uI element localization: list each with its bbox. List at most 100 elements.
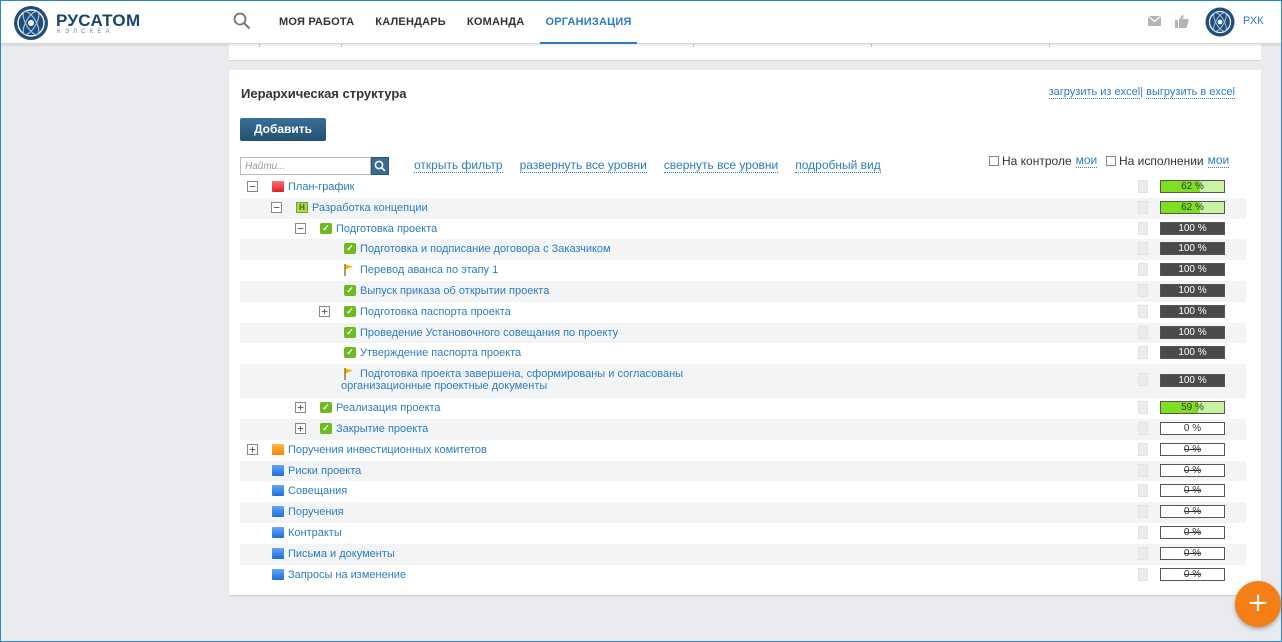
tree-row[interactable]: + Поручения инвестиционных комитетов 0 % [240, 440, 1246, 461]
tree-row[interactable]: − ✓ Подготовка проекта 100 % [240, 219, 1246, 240]
tree-item-label[interactable]: Поручения инвестиционных комитетов [288, 444, 487, 456]
collapse-toggle-icon[interactable]: − [271, 201, 282, 213]
task-complete-icon: ✓ [320, 402, 332, 414]
table-divider [259, 44, 260, 47]
search-button[interactable] [371, 157, 389, 175]
in-progress-mine-link[interactable]: мои [1207, 153, 1230, 168]
export-excel-link[interactable]: выгрузить в excel [1146, 86, 1235, 99]
bookmark-icon[interactable] [1138, 373, 1148, 387]
search-input[interactable] [240, 157, 371, 175]
nav-team[interactable]: КОМАНДА [467, 1, 525, 44]
tree-row[interactable]: ✓ Проведение Установочного совещания по п… [240, 322, 1246, 344]
tree-row[interactable]: + ✓ Подготовка паспорта проекта 100 % [240, 302, 1246, 323]
on-control-checkbox[interactable] [989, 155, 999, 166]
tree-item-label[interactable]: Утверждение паспорта проекта [360, 347, 521, 359]
bookmark-icon[interactable] [1138, 242, 1148, 256]
tree-item-label[interactable]: Подготовка проекта завершена, сформирова… [341, 368, 741, 392]
tree-item-label[interactable]: Контракты [288, 527, 342, 539]
tree-item-label[interactable]: Реализация проекта [336, 402, 441, 414]
tree-item-label[interactable]: Разработка концепции [312, 202, 428, 214]
expand-toggle-icon[interactable]: + [295, 422, 306, 434]
import-excel-link[interactable]: загрузить из excel [1048, 86, 1141, 99]
tree-item-label[interactable]: План-график [288, 181, 354, 193]
tree-row[interactable]: Совещания 0 % [240, 481, 1246, 502]
tree-item-label[interactable]: Запросы на изменение [288, 569, 406, 581]
bookmark-icon[interactable] [1138, 325, 1148, 339]
bookmark-icon[interactable] [1138, 180, 1148, 193]
folder-blue-icon [272, 485, 284, 497]
expand-toggle-icon[interactable]: + [247, 443, 258, 455]
tree-row[interactable]: + ✓ Закрытие проекта 0 % [240, 418, 1246, 440]
tree-item-label[interactable]: Проведение Установочного совещания по пр… [360, 327, 618, 339]
progress-bar: 100 % [1160, 304, 1225, 318]
bookmark-icon[interactable] [1138, 304, 1148, 318]
user-name[interactable]: РХК [1243, 15, 1264, 27]
search-icon[interactable] [233, 12, 251, 30]
folder-blue-icon [272, 547, 284, 559]
rusatom-logo-icon[interactable] [13, 5, 49, 41]
search-box [240, 157, 389, 175]
tree-row[interactable]: Подготовка проекта завершена, сформирова… [240, 364, 1246, 399]
open-filter-link[interactable]: открыть фильтр [414, 159, 503, 173]
collapse-toggle-icon[interactable]: − [295, 222, 306, 234]
add-button[interactable]: Добавить [240, 118, 326, 141]
bookmark-icon[interactable] [1138, 221, 1148, 235]
tree-row[interactable]: ✓ Подготовка и подписание договора с Зака… [240, 239, 1246, 261]
progress-value: 0 % [1183, 526, 1202, 538]
bookmark-icon[interactable] [1138, 525, 1148, 539]
tree-item-label[interactable]: Подготовка паспорта проекта [360, 306, 511, 318]
expand-toggle-icon[interactable]: + [295, 402, 306, 414]
expand-toggle-icon[interactable]: + [319, 305, 330, 317]
bookmark-icon[interactable] [1138, 463, 1148, 477]
bookmark-icon[interactable] [1138, 283, 1148, 297]
bookmark-icon[interactable] [1138, 505, 1148, 519]
tree-item-label[interactable]: Перевод аванса по этапу 1 [360, 264, 498, 276]
bookmark-icon[interactable] [1138, 567, 1148, 581]
tree-item-label[interactable]: Подготовка проекта [336, 223, 437, 235]
tree-row[interactable]: Риски проекта 0 % [240, 460, 1246, 482]
thumbs-up-icon[interactable] [1175, 14, 1189, 28]
add-fab-button[interactable]: + [1235, 581, 1281, 627]
tree-row[interactable]: ✓ Выпуск приказа об открытии проекта 100 % [240, 280, 1246, 302]
tree-row[interactable]: ✓ Утверждение паспорта проекта 100 % [240, 343, 1246, 364]
bookmark-icon[interactable] [1138, 484, 1148, 498]
on-control-mine-link[interactable]: мои [1075, 153, 1098, 168]
tree-item-label[interactable]: Выпуск приказа об открытии проекта [360, 285, 549, 297]
task-complete-icon: ✓ [344, 305, 356, 317]
expand-all-link[interactable]: развернуть все уровни [519, 159, 647, 173]
bookmark-icon[interactable] [1138, 421, 1148, 435]
in-progress-checkbox[interactable] [1106, 155, 1116, 166]
bookmark-icon[interactable] [1138, 546, 1148, 560]
tree-row[interactable]: Запросы на изменение 0 % [240, 565, 1246, 586]
detailed-view-link[interactable]: подробный вид [795, 159, 881, 173]
tree-row[interactable]: Контракты 0 % [240, 523, 1246, 544]
tree-item-label[interactable]: Письма и документы [288, 548, 395, 560]
user-avatar[interactable] [1205, 7, 1235, 37]
tree-row[interactable]: − План-график 62 % [240, 177, 1246, 198]
mail-icon[interactable] [1148, 16, 1161, 26]
tree-item-label[interactable]: Закрытие проекта [336, 423, 428, 435]
nav-organization[interactable]: ОРГАНИЗАЦИЯ [540, 1, 637, 44]
folder-red-icon [272, 181, 284, 192]
tree-row[interactable]: Перевод аванса по этапу 1 100 % [240, 260, 1246, 281]
tree-item-label[interactable]: Подготовка и подписание договора с Заказ… [360, 243, 611, 255]
progress-value: 0 % [1183, 464, 1202, 476]
nav-my-work[interactable]: МОЯ РАБОТА [279, 1, 354, 44]
collapse-all-link[interactable]: свернуть все уровни [663, 159, 779, 173]
tree-row[interactable]: + ✓ Реализация проекта 59 % [240, 398, 1246, 419]
bookmark-icon[interactable] [1138, 346, 1148, 360]
tree-item-label[interactable]: Совещания [288, 485, 347, 497]
tree-row[interactable]: − Н Разработка концепции 62 % [240, 197, 1246, 219]
tree-row[interactable]: Поручения 0 % [240, 502, 1246, 523]
progress-bar: 0 % [1160, 525, 1225, 539]
tree-item-label[interactable]: Поручения [288, 506, 344, 518]
bookmark-icon[interactable] [1138, 200, 1148, 214]
progress-value: 100 % [1178, 243, 1207, 255]
tree-row[interactable]: Письма и документы 0 % [240, 543, 1246, 565]
bookmark-icon[interactable] [1138, 442, 1148, 456]
bookmark-icon[interactable] [1138, 401, 1148, 415]
collapse-toggle-icon[interactable]: − [247, 181, 258, 192]
tree-item-label[interactable]: Риски проекта [288, 465, 361, 477]
bookmark-icon[interactable] [1138, 263, 1148, 277]
nav-calendar[interactable]: КАЛЕНДАРЬ [375, 1, 446, 44]
